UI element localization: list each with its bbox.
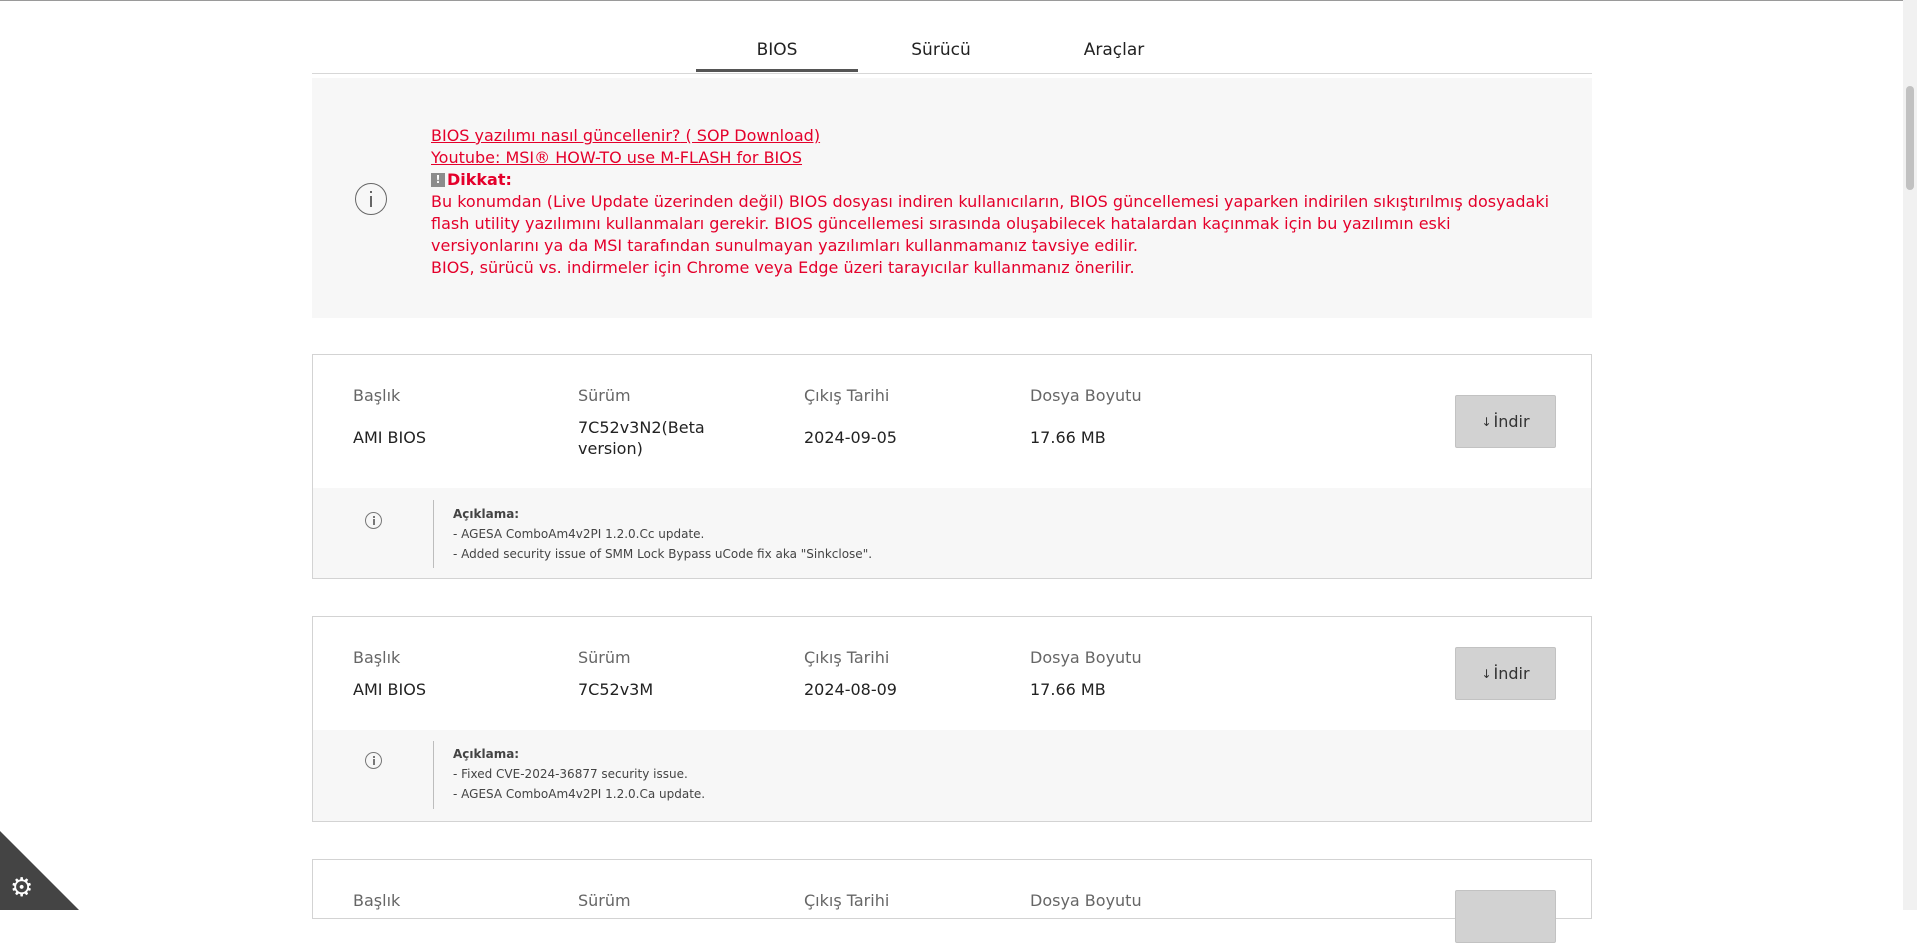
release-title: AMI BIOS — [353, 428, 426, 447]
warning-icon: ! — [431, 173, 445, 187]
release-title: AMI BIOS — [353, 680, 426, 699]
release-card: Başlık Sürüm Çıkış Tarihi Dosya Boyutu — [312, 859, 1592, 943]
release-card: Başlık Sürüm Çıkış Tarihi Dosya Boyutu A… — [312, 616, 1592, 822]
release-file-size: 17.66 MB — [1030, 428, 1106, 447]
info-circle-icon — [365, 512, 382, 529]
release-date-column-label: Çıkış Tarihi — [804, 891, 890, 910]
title-column-label: Başlık — [353, 891, 401, 910]
info-circle-icon — [355, 183, 387, 215]
release-version: 7C52v3N2(Beta version) — [578, 418, 705, 458]
tab-tools[interactable]: Araçlar — [1032, 24, 1196, 72]
release-description: Açıklama: - Fixed CVE-2024-36877 securit… — [313, 730, 1591, 821]
page-scrollbar[interactable] — [1903, 0, 1917, 910]
browser-recommendation: BIOS, sürücü vs. indirmeler için Chrome … — [431, 258, 1135, 277]
release-date: 2024-09-05 — [804, 428, 897, 447]
tab-bios[interactable]: BIOS — [696, 24, 858, 72]
download-button[interactable]: ↓ İndir — [1455, 647, 1556, 700]
gear-icon[interactable]: ⚙ — [10, 875, 33, 901]
tab-drivers[interactable]: Sürücü — [860, 24, 1022, 72]
bios-notice-text: BIOS yazılımı nasıl güncellenir? ( SOP D… — [431, 125, 1551, 279]
download-button[interactable] — [1455, 890, 1556, 943]
release-date-column-label: Çıkış Tarihi — [804, 386, 890, 405]
bios-update-howto-link[interactable]: BIOS yazılımı nasıl güncellenir? ( SOP D… — [431, 126, 820, 145]
release-version: 7C52v3M — [578, 680, 654, 699]
file-size-column-label: Dosya Boyutu — [1030, 891, 1142, 910]
description-text: Açıklama: - Fixed CVE-2024-36877 securit… — [453, 747, 706, 801]
down-arrow-icon: ↓ — [1481, 666, 1492, 681]
warning-paragraph: Bu konumdan (Live Update üzerinden değil… — [431, 192, 1550, 255]
title-column-label: Başlık — [353, 648, 401, 667]
warning-title: Dikkat: — [447, 170, 512, 189]
version-column-label: Sürüm — [578, 891, 631, 910]
tab-bar: BIOS Sürücü Araçlar — [312, 24, 1592, 74]
down-arrow-icon: ↓ — [1481, 414, 1492, 429]
top-border — [0, 0, 1917, 1]
youtube-mflash-link[interactable]: Youtube: MSI® HOW-TO use M-FLASH for BIO… — [431, 148, 802, 167]
release-file-size: 17.66 MB — [1030, 680, 1106, 699]
info-circle-icon — [365, 752, 382, 769]
description-text: Açıklama: - AGESA ComboAm4v2PI 1.2.0.Cc … — [453, 507, 873, 561]
version-column-label: Sürüm — [578, 386, 631, 405]
file-size-column-label: Dosya Boyutu — [1030, 648, 1142, 667]
title-column-label: Başlık — [353, 386, 401, 405]
description-divider — [433, 741, 434, 809]
scrollbar-thumb[interactable] — [1906, 86, 1914, 190]
release-description: Açıklama: - AGESA ComboAm4v2PI 1.2.0.Cc … — [313, 488, 1591, 578]
release-card: Başlık Sürüm Çıkış Tarihi Dosya Boyutu A… — [312, 354, 1592, 579]
description-divider — [433, 500, 434, 568]
download-button[interactable]: ↓ İndir — [1455, 395, 1556, 448]
release-date: 2024-08-09 — [804, 680, 897, 699]
release-date-column-label: Çıkış Tarihi — [804, 648, 890, 667]
version-column-label: Sürüm — [578, 648, 631, 667]
file-size-column-label: Dosya Boyutu — [1030, 386, 1142, 405]
